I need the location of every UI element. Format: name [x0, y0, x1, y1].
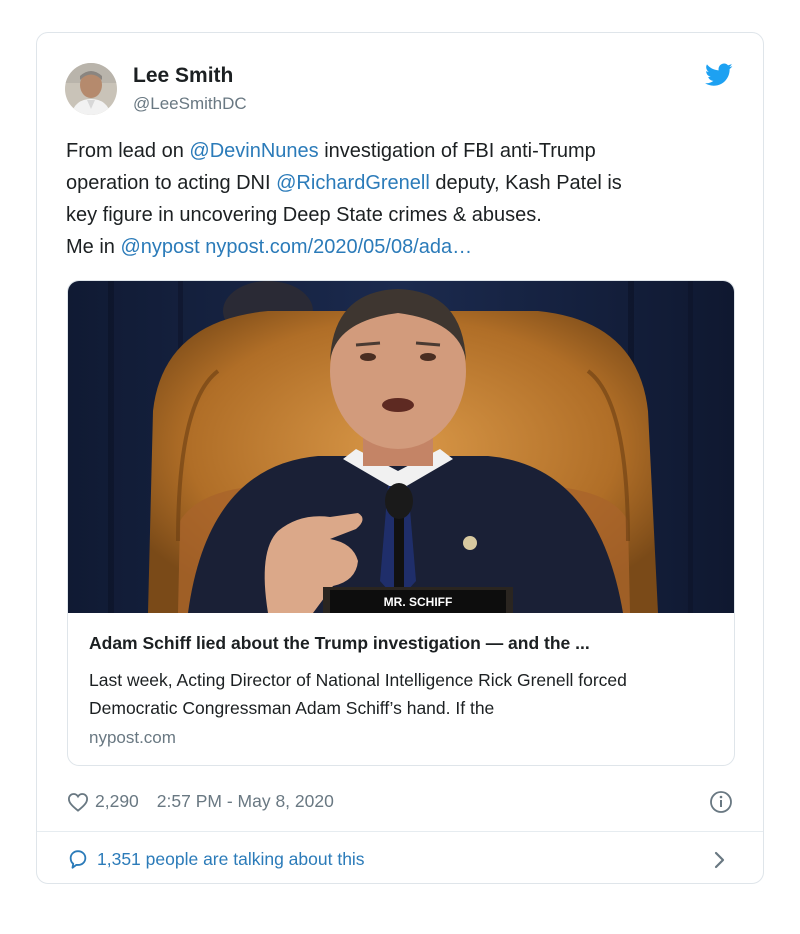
link-card-description: Last week, Acting Director of National I… [89, 670, 627, 718]
like-count[interactable]: 2,290 [95, 791, 139, 812]
tweet-text-segment: key figure in uncovering Deep State crim… [66, 204, 542, 226]
avatar[interactable] [65, 63, 117, 115]
tweet-meta: 2,290 2:57 PM - May 8, 2020 [67, 791, 334, 812]
tweet-timestamp[interactable]: 2:57 PM - May 8, 2020 [157, 791, 334, 812]
tweet-text-segment: operation to acting DNI [66, 172, 277, 194]
chevron-right-icon[interactable] [713, 850, 727, 870]
link-card-domain: nypost.com [89, 728, 176, 747]
tweet-text-segment: Me in [66, 236, 121, 258]
twitter-bird-icon[interactable] [705, 63, 733, 87]
link-preview-card[interactable]: MR. SCHIFF Adam Schiff lied about the Tr… [67, 280, 735, 766]
tweet-card: Lee Smith @LeeSmithDC From lead on @Devi… [36, 32, 764, 884]
info-icon[interactable] [709, 790, 733, 814]
link-card-title[interactable]: Adam Schiff lied about the Trump investi… [89, 633, 713, 654]
comment-bubble-icon [67, 848, 89, 870]
mention-nypost[interactable]: @nypost [120, 236, 199, 258]
tweet-text-segment: From lead on [66, 140, 190, 162]
tweet-text-segment: investigation of FBI anti-Trump [318, 140, 596, 162]
tweet-url-link[interactable]: nypost.com/2020/05/08/ada… [205, 236, 472, 258]
conversation-count-text[interactable]: 1,351 people are talking about this [97, 849, 365, 870]
author-handle[interactable]: @LeeSmithDC [133, 94, 247, 114]
tweet-text: From lead on @DevinNunes investigation o… [66, 135, 726, 263]
nameplate-text: MR. SCHIFF [384, 595, 453, 609]
mention-devinnunes[interactable]: @DevinNunes [189, 140, 318, 162]
author-name[interactable]: Lee Smith [133, 64, 233, 88]
tweet-text-segment: deputy, Kash Patel is [429, 172, 622, 194]
heart-icon[interactable] [67, 792, 89, 812]
divider [37, 831, 763, 832]
article-photo[interactable]: MR. SCHIFF [68, 281, 734, 613]
conversation-link[interactable]: 1,351 people are talking about this [67, 848, 365, 870]
mention-richardgrenell[interactable]: @RichardGrenell [276, 172, 430, 194]
